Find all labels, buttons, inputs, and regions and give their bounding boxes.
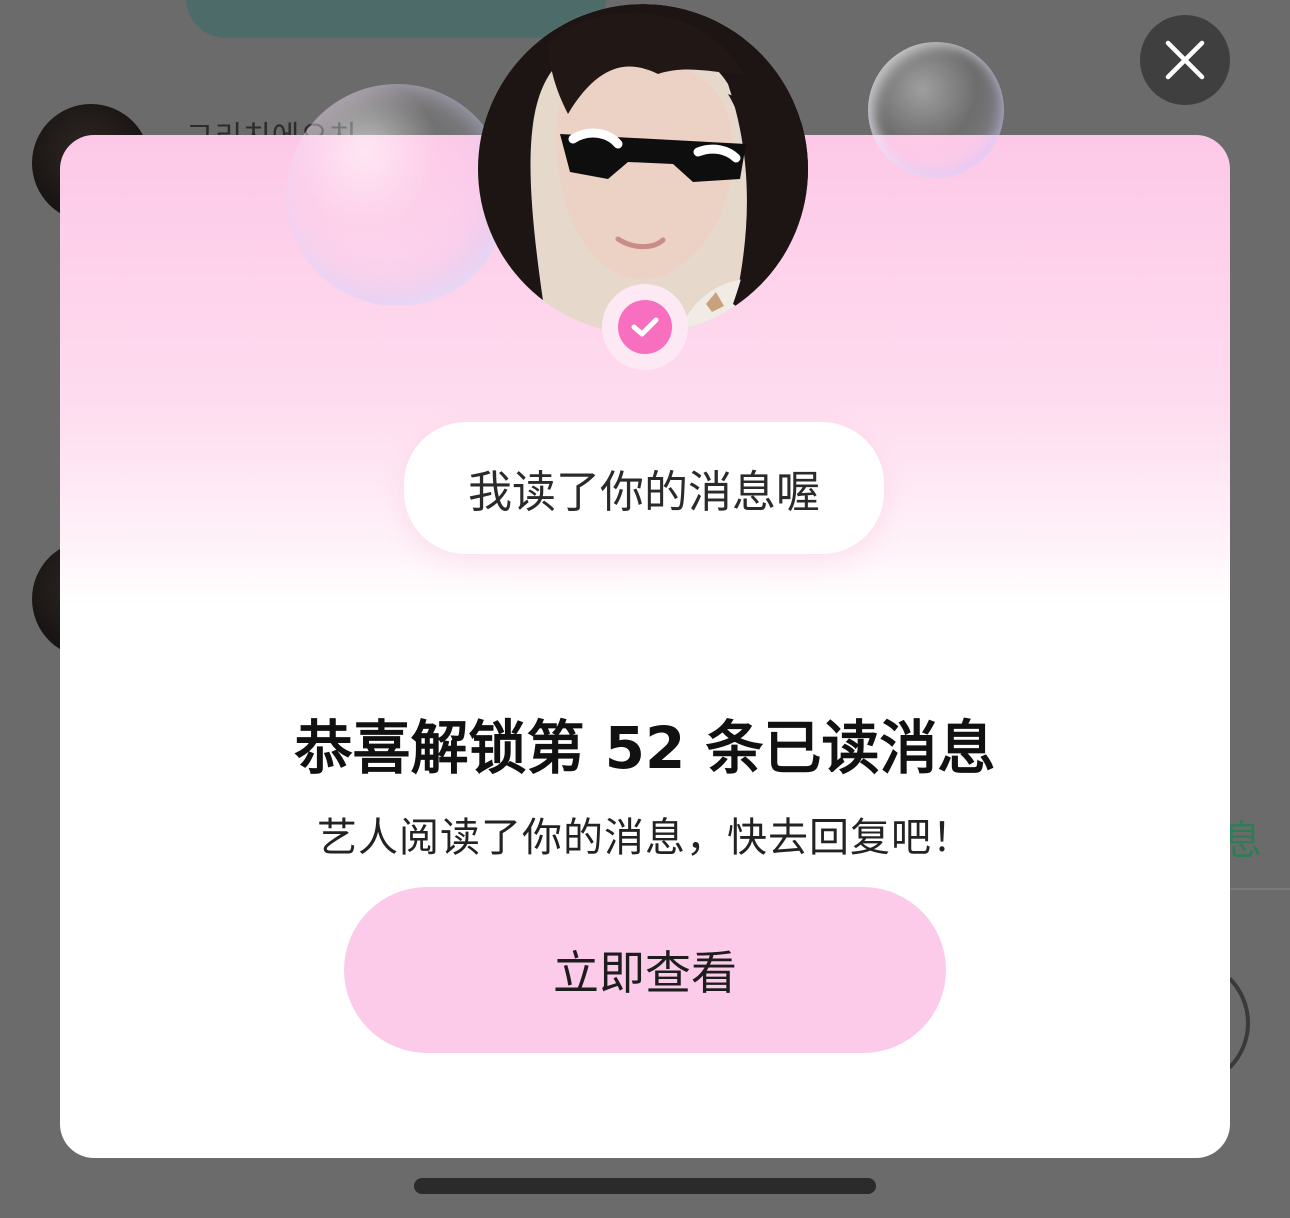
unlock-headline: 恭喜解锁第 52 条已读消息	[294, 714, 996, 782]
close-button[interactable]	[1140, 15, 1230, 105]
background-header-pill	[186, 0, 606, 38]
verified-badge	[602, 284, 688, 370]
background-divider	[1230, 888, 1290, 890]
unlock-subline: 艺人阅读了你的消息，快去回复吧！	[317, 815, 973, 861]
view-now-button[interactable]: 立即查看	[344, 887, 946, 1053]
speech-bubble: 我读了你的消息喔	[404, 422, 884, 554]
check-badge-icon	[618, 300, 672, 354]
home-indicator[interactable]	[414, 1178, 876, 1194]
close-icon	[1165, 40, 1205, 80]
